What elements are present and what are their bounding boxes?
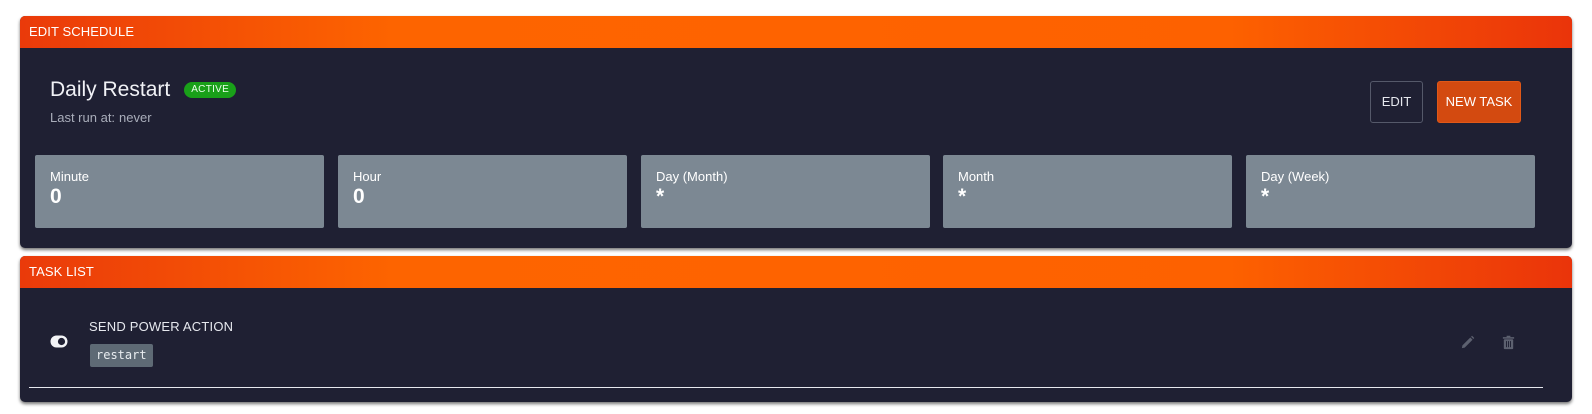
task-list-panel: TASK LIST SEND POWER ACTION restart bbox=[20, 256, 1572, 402]
cron-day-of-month-box: Day (Month) * bbox=[641, 155, 930, 228]
last-run-text: Last run at: never bbox=[50, 110, 152, 125]
last-run-label: Last run at: bbox=[50, 110, 116, 125]
cron-minute-value: 0 bbox=[50, 185, 62, 208]
schedule-title: Daily Restart bbox=[50, 78, 171, 101]
cron-day-of-week-value: * bbox=[1261, 185, 1270, 208]
cron-hour-value: 0 bbox=[353, 185, 365, 208]
schedule-title-row: Daily Restart ACTIVE bbox=[50, 78, 237, 102]
task-payload: restart bbox=[90, 344, 153, 367]
new-task-button[interactable]: NEW TASK bbox=[1437, 81, 1521, 123]
cron-day-of-month-value: * bbox=[656, 185, 665, 208]
cron-month-box: Month * bbox=[943, 155, 1232, 228]
task-title: SEND POWER ACTION bbox=[89, 319, 234, 334]
cron-hour-label: Hour bbox=[353, 169, 382, 184]
last-run-value: never bbox=[119, 110, 152, 125]
cron-day-of-month-label: Day (Month) bbox=[656, 169, 728, 184]
edit-schedule-header: EDIT SCHEDULE bbox=[20, 16, 1572, 48]
cron-month-value: * bbox=[958, 185, 967, 208]
status-badge: ACTIVE bbox=[184, 82, 237, 98]
task-divider bbox=[29, 387, 1543, 388]
cron-day-of-week-label: Day (Week) bbox=[1261, 169, 1330, 184]
cron-hour-box: Hour 0 bbox=[338, 155, 627, 228]
cron-minute-box: Minute 0 bbox=[35, 155, 324, 228]
task-list-header: TASK LIST bbox=[20, 256, 1572, 288]
edit-button[interactable]: EDIT bbox=[1370, 81, 1423, 123]
toggle-icon[interactable] bbox=[50, 335, 68, 348]
trash-icon[interactable] bbox=[1501, 335, 1516, 350]
cron-month-label: Month bbox=[958, 169, 995, 184]
edit-schedule-panel: EDIT SCHEDULE Daily Restart ACTIVE Last … bbox=[20, 16, 1572, 248]
cron-minute-label: Minute bbox=[50, 169, 90, 184]
pencil-icon[interactable] bbox=[1460, 335, 1475, 350]
cron-day-of-week-box: Day (Week) * bbox=[1246, 155, 1535, 228]
